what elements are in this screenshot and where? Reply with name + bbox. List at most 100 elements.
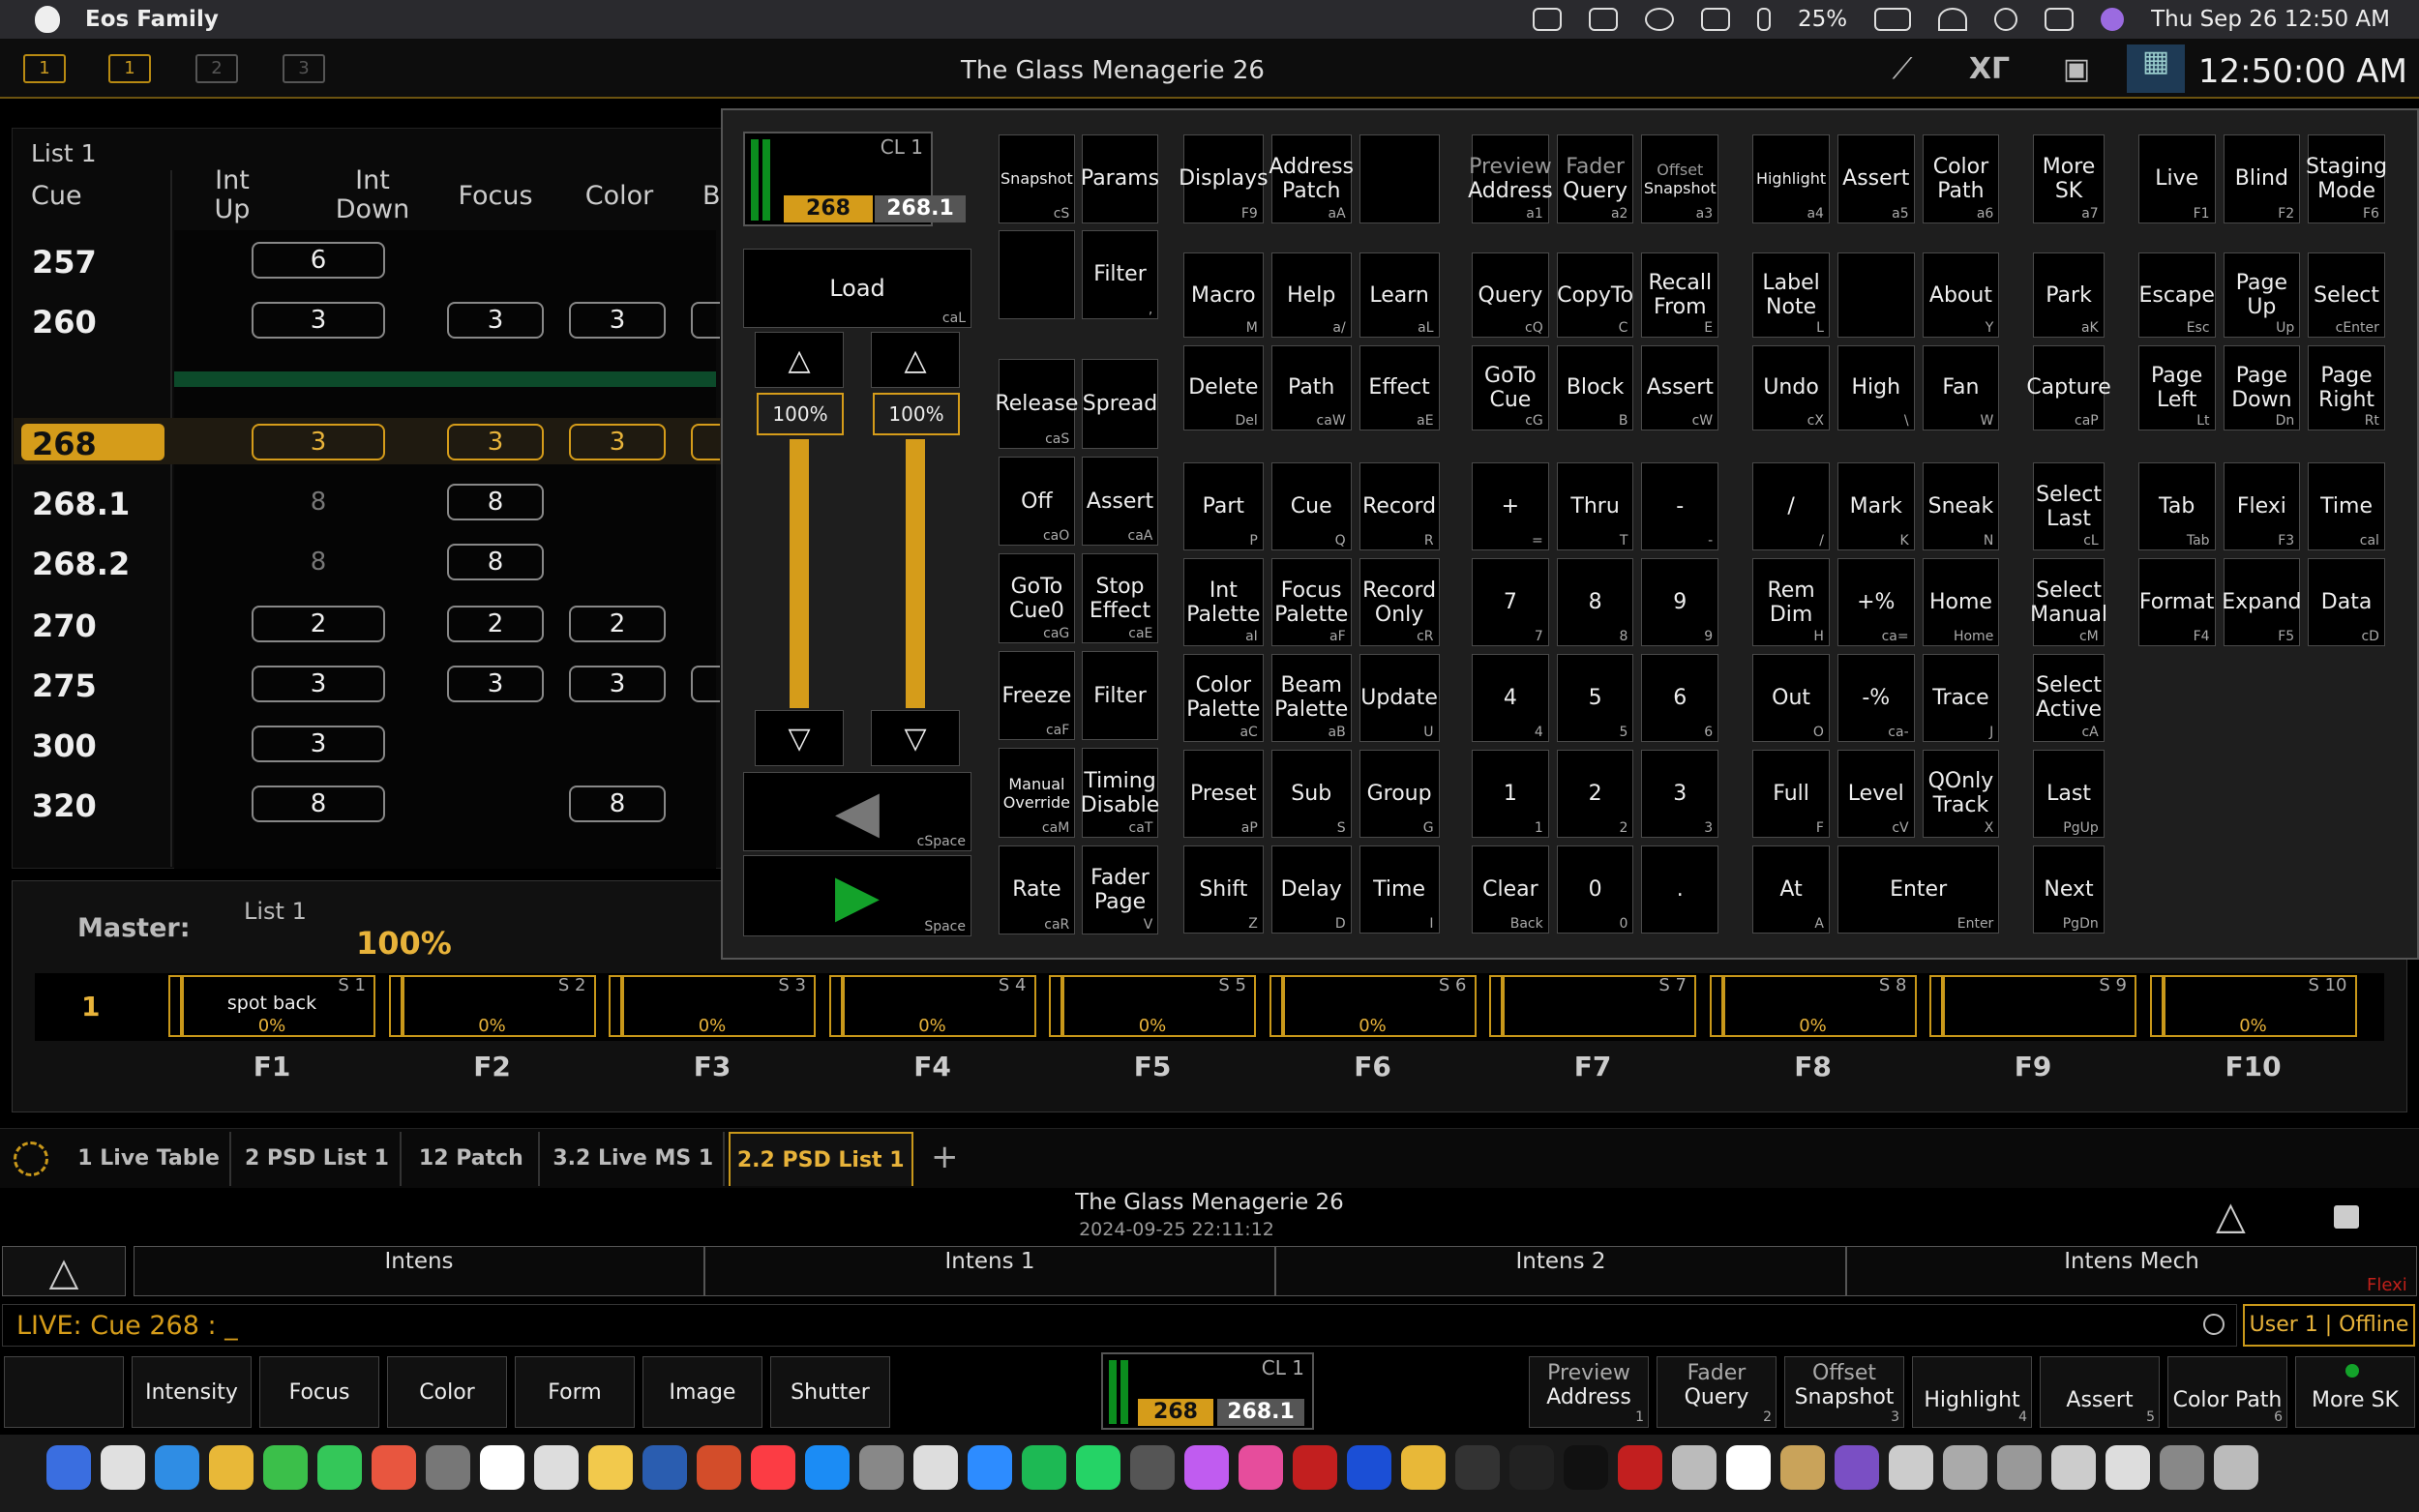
key-filter[interactable]: Filter, <box>1081 229 1159 320</box>
dock-app-icon[interactable] <box>263 1445 308 1490</box>
key-symbol[interactable]: -- <box>1641 462 1719 551</box>
dock-app-icon[interactable] <box>697 1445 741 1490</box>
key-release[interactable]: Release caS <box>995 359 1078 449</box>
key-fan[interactable]: Fan W <box>1922 345 2000 430</box>
key-rate[interactable]: Rate caR <box>998 845 1076 935</box>
key-select-manual[interactable]: Select Manual cM <box>2030 558 2107 647</box>
workspace-2-button[interactable]: 2 <box>195 54 238 83</box>
key-color-palette[interactable]: Color Palette aC <box>1182 654 1264 742</box>
cue-number[interactable]: 268.1 <box>32 486 130 522</box>
tab-1-live-table[interactable]: 1 Live Table <box>68 1132 232 1186</box>
user-status-button[interactable]: User 1 | Offline <box>2243 1304 2415 1347</box>
back-button[interactable]: ◀ cSpace <box>743 772 971 851</box>
dock-app-icon[interactable] <box>805 1445 850 1490</box>
color-cell[interactable]: 8 <box>569 786 666 822</box>
dock-app-icon[interactable] <box>534 1445 579 1490</box>
dock-app-icon[interactable] <box>1672 1445 1717 1490</box>
bluetooth-icon[interactable] <box>1756 8 1771 31</box>
key-5[interactable]: 55 <box>1556 654 1634 742</box>
cue-number[interactable]: 268.2 <box>32 546 130 582</box>
key-0[interactable]: 00 <box>1556 845 1634 934</box>
key-help[interactable]: Help a/ <box>1270 252 1352 339</box>
softkey-query[interactable]: Fader Query 2 <box>1657 1356 1777 1428</box>
mode-image[interactable]: Image <box>642 1356 762 1428</box>
key-page-up[interactable]: Page Up Up <box>2223 252 2301 339</box>
dock-app-icon[interactable] <box>588 1445 633 1490</box>
screen-icon[interactable] <box>1588 8 1618 31</box>
dock-app-icon[interactable] <box>1997 1445 2042 1490</box>
submaster-fader[interactable]: S 2 0% <box>388 975 596 1037</box>
key-int-palette[interactable]: Int Palette aI <box>1182 558 1264 647</box>
key-query[interactable]: Query cQ <box>1472 252 1549 339</box>
submaster-fader[interactable]: S 3 0% <box>609 975 816 1037</box>
key-fader-query[interactable]: Fader Query a2 <box>1556 133 1634 224</box>
key-clear[interactable]: Clear Back <box>1472 845 1549 934</box>
key-blind[interactable]: Blind F2 <box>2223 133 2301 224</box>
softkey-color-path[interactable]: Color Path 6 <box>2167 1356 2287 1428</box>
dock-app-icon[interactable] <box>1943 1445 1987 1490</box>
key-time[interactable]: Time cal <box>2308 462 2385 551</box>
key-learn[interactable]: Learn aL <box>1359 252 1440 339</box>
key-page-left[interactable]: Page Left Lt <box>2137 345 2216 430</box>
search-icon[interactable] <box>1994 8 2018 31</box>
submaster-fader[interactable]: S 4 0% <box>828 975 1036 1037</box>
page-intens-mech[interactable]: Intens Mech <box>1846 1246 2417 1296</box>
tray-icon[interactable] <box>1532 8 1562 31</box>
key-manual-override[interactable]: Manual Override caM <box>998 748 1076 838</box>
cue-number[interactable]: 300 <box>32 727 97 764</box>
dock-app-icon[interactable] <box>2214 1445 2258 1490</box>
key-freeze[interactable]: Freeze caF <box>998 650 1076 741</box>
key-rem-dim[interactable]: Rem Dim H <box>1752 558 1830 647</box>
dock-app-icon[interactable] <box>913 1445 958 1490</box>
softkey-address[interactable]: Preview Address 1 <box>1529 1356 1649 1428</box>
cue-number[interactable]: 268 <box>32 426 97 462</box>
key-capture[interactable]: Capture caP <box>2026 345 2111 430</box>
key-9[interactable]: 99 <box>1641 558 1719 647</box>
key-more-sk[interactable]: More SK a7 <box>2033 133 2105 224</box>
dock-app-icon[interactable] <box>859 1445 904 1490</box>
key-qonly-track[interactable]: QOnly Track X <box>1922 749 2000 838</box>
color-cell[interactable]: 2 <box>569 606 666 642</box>
key-snapshot[interactable]: Snapshot cS <box>998 133 1076 224</box>
int-cell[interactable]: 8 <box>252 488 385 517</box>
dock-app-icon[interactable] <box>1726 1445 1771 1490</box>
key-timing-disable[interactable]: Timing Disable caT <box>1081 748 1159 838</box>
fader-b-up-button[interactable]: △ <box>871 332 960 388</box>
key-at[interactable]: At A <box>1752 845 1830 934</box>
key-preset[interactable]: Preset aP <box>1182 749 1264 838</box>
key-thru[interactable]: Thru T <box>1556 462 1634 551</box>
tab-12-patch[interactable]: 12 Patch <box>404 1132 541 1186</box>
dock-app-icon[interactable] <box>1780 1445 1825 1490</box>
key-7[interactable]: 77 <box>1472 558 1549 647</box>
mode-shutter[interactable]: Shutter <box>770 1356 890 1428</box>
key-goto-cue[interactable]: GoTo Cue cG <box>1472 345 1549 430</box>
key-macro[interactable]: Macro M <box>1182 252 1264 339</box>
dock-app-icon[interactable] <box>155 1445 199 1490</box>
focus-cell[interactable]: 3 <box>447 424 544 460</box>
key-blank[interactable] <box>1359 133 1440 224</box>
cross-fade-icon[interactable]: ΧΓ <box>1966 52 2013 87</box>
key-8[interactable]: 88 <box>1556 558 1634 647</box>
dock-app-icon[interactable] <box>209 1445 254 1490</box>
key-recall-from[interactable]: Recall From E <box>1641 252 1719 339</box>
workspace-1b-button[interactable]: 1 <box>108 54 151 83</box>
dock-app-icon[interactable] <box>1293 1445 1337 1490</box>
triangle-up-icon[interactable]: △ <box>2216 1194 2246 1238</box>
key-sub[interactable]: Sub S <box>1270 749 1352 838</box>
expand-up-icon[interactable]: △ <box>2 1246 126 1296</box>
key-shift[interactable]: Shift Z <box>1182 845 1264 934</box>
key-symbol[interactable]: / / <box>1752 462 1830 551</box>
int-cell[interactable]: 8 <box>252 548 385 577</box>
key-select-last[interactable]: Select Last cL <box>2033 462 2105 551</box>
beam-cell[interactable] <box>691 424 720 460</box>
wifi-icon[interactable] <box>1938 8 1968 31</box>
submaster-fader[interactable]: S 5 0% <box>1049 975 1256 1037</box>
cue-number[interactable]: 260 <box>32 304 97 341</box>
key-sneak[interactable]: Sneak N <box>1922 462 2000 551</box>
dock-app-icon[interactable] <box>480 1445 524 1490</box>
key-highlight[interactable]: Highlight a4 <box>1752 133 1830 224</box>
cue-number[interactable]: 257 <box>32 244 97 281</box>
control-center-icon[interactable] <box>2045 8 2075 31</box>
beam-cell[interactable] <box>691 302 720 339</box>
key-update[interactable]: Update U <box>1359 654 1440 742</box>
